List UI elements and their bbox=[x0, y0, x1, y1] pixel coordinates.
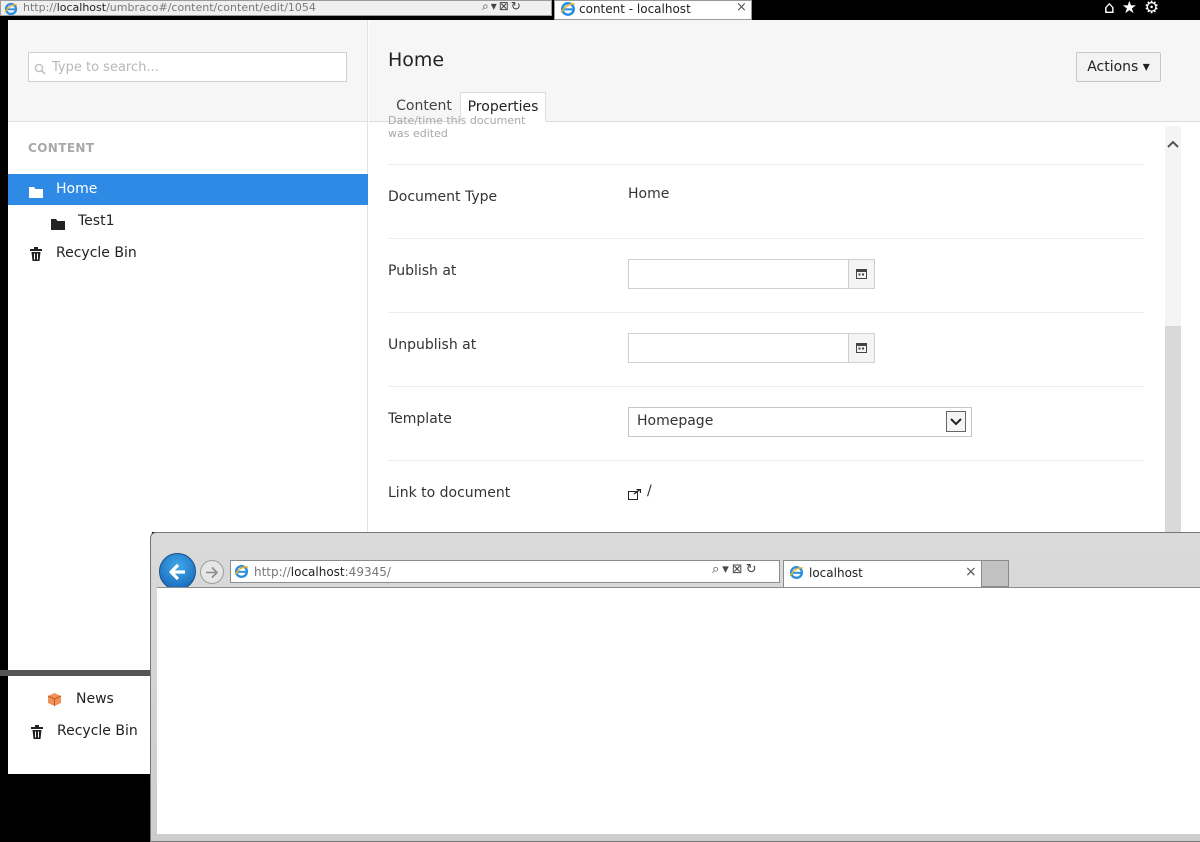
back-button[interactable] bbox=[159, 553, 196, 590]
folder-icon bbox=[51, 215, 65, 234]
row-divider bbox=[388, 238, 1144, 239]
address-prefix: http:// bbox=[254, 565, 291, 579]
unpublish-at-label: Unpublish at bbox=[388, 337, 477, 353]
document-type-label: Document Type bbox=[388, 189, 498, 205]
template-selected-value[interactable]: Homepage bbox=[637, 413, 713, 429]
ie-logo-icon bbox=[4, 1, 18, 20]
forward-button[interactable] bbox=[200, 560, 224, 584]
close-tab-icon[interactable]: × bbox=[736, 0, 747, 15]
tab-mask bbox=[370, 100, 546, 122]
ie-logo-icon bbox=[234, 564, 249, 583]
search-icon bbox=[34, 60, 46, 79]
address-host: localhost bbox=[290, 565, 345, 579]
tab-title: content - localhost bbox=[579, 2, 691, 16]
row-divider bbox=[388, 386, 1144, 387]
external-link-icon bbox=[628, 485, 642, 504]
trash-icon bbox=[30, 246, 42, 265]
scroll-up-icon[interactable] bbox=[1165, 134, 1181, 154]
close-tab-icon[interactable]: × bbox=[965, 564, 977, 580]
address-prefix: http:// bbox=[23, 1, 57, 14]
publish-at-input[interactable] bbox=[628, 259, 849, 289]
page-content-area[interactable] bbox=[157, 587, 1200, 834]
address-url[interactable]: http://localhost:49345/ bbox=[254, 565, 391, 579]
chevron-down-icon bbox=[950, 418, 962, 426]
arrow-left-icon bbox=[169, 563, 185, 581]
document-type-value: Home bbox=[628, 186, 670, 202]
address-path: :49345/ bbox=[344, 565, 391, 579]
arrow-right-icon bbox=[206, 566, 219, 579]
background-browser-tab[interactable]: content - localhost bbox=[554, 0, 752, 20]
publish-at-calendar-button[interactable] bbox=[848, 259, 875, 289]
tree-item-news[interactable]: News bbox=[76, 691, 114, 707]
tree-item-label[interactable]: Home bbox=[56, 181, 97, 197]
page-title[interactable]: Home bbox=[388, 49, 444, 71]
ie-logo-icon bbox=[560, 1, 576, 21]
link-to-document-label: Link to document bbox=[388, 485, 511, 501]
dropdown-button[interactable] bbox=[946, 411, 966, 432]
publish-at-label: Publish at bbox=[388, 263, 457, 279]
home-favorites-settings-icons[interactable]: ⌂★⚙ bbox=[1104, 0, 1166, 18]
template-label: Template bbox=[388, 411, 452, 427]
new-tab-button[interactable] bbox=[982, 560, 1009, 587]
calendar-icon bbox=[856, 269, 867, 279]
address-host: localhost bbox=[56, 1, 107, 14]
search-input[interactable] bbox=[52, 53, 342, 81]
tree-panel-continued bbox=[8, 532, 152, 675]
row-divider bbox=[388, 164, 1144, 165]
unpublish-at-calendar-button[interactable] bbox=[848, 333, 875, 363]
address-bar-tools[interactable]: ⌕▾⊠↻ bbox=[712, 562, 760, 577]
unpublish-at-input[interactable] bbox=[628, 333, 849, 363]
tree-item-recycle-bin[interactable]: Recycle Bin bbox=[57, 723, 138, 739]
tab-title[interactable]: localhost bbox=[809, 566, 863, 580]
scrollbar-thumb[interactable] bbox=[1165, 326, 1181, 532]
trash-icon bbox=[31, 724, 43, 743]
address-path: /umbraco#/content/content/edit/1054 bbox=[106, 1, 316, 14]
calendar-icon bbox=[856, 343, 867, 353]
section-title: CONTENT bbox=[28, 141, 95, 155]
background-address-bar[interactable]: http://localhost/umbraco#/content/conten… bbox=[0, 0, 552, 16]
ie-logo-icon bbox=[789, 565, 804, 584]
actions-button[interactable]: Actions ▾ bbox=[1076, 52, 1161, 82]
tree-item-test1[interactable]: Test1 bbox=[78, 213, 114, 229]
row-divider bbox=[388, 312, 1144, 313]
tree-item-recycle-bin[interactable]: Recycle Bin bbox=[56, 245, 137, 261]
document-link[interactable]: / bbox=[647, 483, 652, 499]
folder-icon bbox=[29, 183, 43, 202]
row-divider bbox=[388, 460, 1144, 461]
package-icon bbox=[47, 692, 62, 711]
background-address-tools[interactable]: ⌕▾⊠↻ bbox=[482, 0, 523, 14]
